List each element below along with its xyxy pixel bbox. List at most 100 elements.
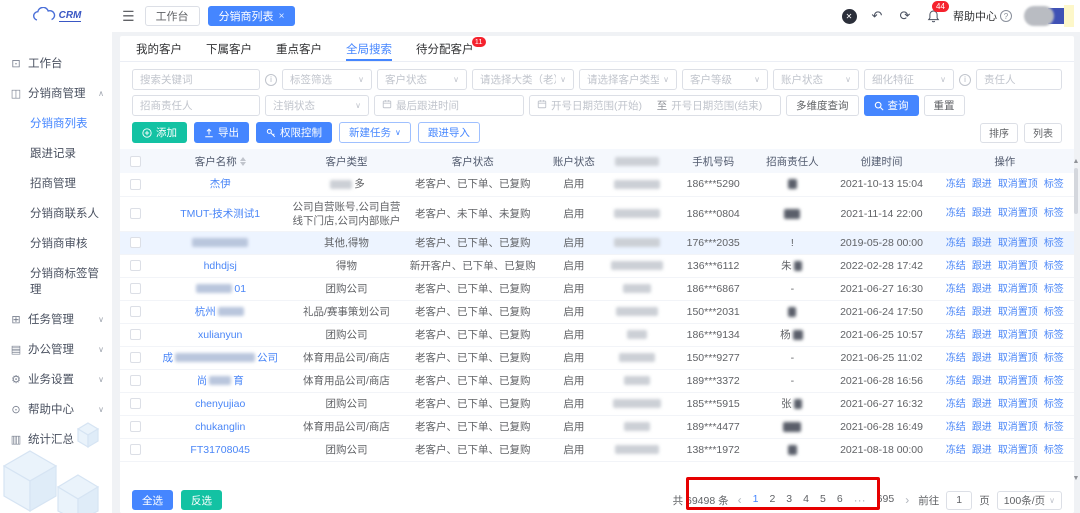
row-checkbox[interactable] — [130, 352, 141, 363]
row-action-link[interactable]: 跟进 — [972, 261, 992, 272]
filter-select[interactable]: 请选择大类（老）∨ — [472, 69, 574, 90]
action-button-blue[interactable]: 导出 — [194, 122, 249, 143]
sidebar-subitem[interactable]: 跟进记录 — [0, 138, 112, 168]
filter-select[interactable]: 请选择客户类型∨ — [579, 69, 677, 90]
row-action-link[interactable]: 冻结 — [946, 399, 966, 410]
filter-date[interactable]: 开号日期范围(开始)至开号日期范围(结束) — [529, 95, 781, 116]
row-action-link[interactable]: 取消置顶 — [998, 261, 1038, 272]
multi-dim-query-button[interactable]: 多维度查询 — [786, 95, 859, 116]
scrollbar-thumb[interactable] — [1074, 168, 1078, 214]
info-icon[interactable]: i — [959, 74, 971, 86]
cell-text-link[interactable]: TMUT-技术测试1 — [180, 208, 260, 220]
tab-item[interactable]: 我的客户 — [136, 36, 182, 61]
filter-select[interactable]: 细化特征∨ — [864, 69, 954, 90]
close-tab-icon[interactable]: × — [279, 11, 285, 22]
sidebar-subitem[interactable]: 招商管理 — [0, 168, 112, 198]
row-checkbox[interactable] — [130, 179, 141, 190]
jump-page-input[interactable]: 1 — [946, 491, 972, 510]
hamburger-menu-icon[interactable]: ☰ — [112, 8, 145, 25]
view-button[interactable]: 排序 — [980, 123, 1018, 143]
row-action-link[interactable]: 冻结 — [946, 376, 966, 387]
row-action-link[interactable]: 标签 — [1044, 330, 1064, 341]
header-checkbox[interactable] — [130, 156, 141, 167]
row-action-link[interactable]: 标签 — [1044, 208, 1064, 219]
row-action-link[interactable]: 标签 — [1044, 376, 1064, 387]
scroll-down-icon[interactable]: ▼ — [1073, 475, 1080, 483]
cell-text-link[interactable]: 公司 — [257, 352, 278, 364]
row-action-link[interactable]: 标签 — [1044, 284, 1064, 295]
invert-selection-button[interactable]: 反选 — [181, 490, 222, 510]
select-all-button[interactable]: 全选 — [132, 490, 173, 510]
row-action-link[interactable]: 取消置顶 — [998, 445, 1038, 456]
cell-text-link[interactable]: chukanglin — [195, 421, 245, 433]
row-action-link[interactable]: 冻结 — [946, 307, 966, 318]
row-action-link[interactable]: 标签 — [1044, 307, 1064, 318]
row-action-link[interactable]: 冻结 — [946, 445, 966, 456]
cell-text-link[interactable]: xulianyun — [198, 329, 242, 341]
sidebar-item[interactable]: ⊡工作台 — [0, 48, 112, 78]
row-action-link[interactable]: 冻结 — [946, 284, 966, 295]
row-checkbox[interactable] — [130, 260, 141, 271]
row-action-link[interactable]: 跟进 — [972, 179, 992, 190]
row-action-link[interactable]: 取消置顶 — [998, 208, 1038, 219]
row-action-link[interactable]: 取消置顶 — [998, 284, 1038, 295]
sidebar-subitem[interactable]: 分销商标签管理 — [0, 258, 112, 304]
row-action-link[interactable]: 取消置顶 — [998, 179, 1038, 190]
filter-select[interactable]: 客户状态∨ — [377, 69, 467, 90]
row-action-link[interactable]: 冻结 — [946, 208, 966, 219]
notification-bell-icon[interactable]: 44 — [925, 8, 941, 24]
action-button-outline[interactable]: 跟进导入 — [418, 122, 480, 143]
filter-select[interactable]: 账户状态∨ — [773, 69, 859, 90]
row-checkbox[interactable] — [130, 237, 141, 248]
row-action-link[interactable]: 冻结 — [946, 353, 966, 364]
page-number[interactable]: 3 — [784, 493, 794, 507]
page-number[interactable]: 6 — [835, 493, 845, 507]
window-tab[interactable]: 分销商列表× — [208, 6, 296, 26]
cell-text-link[interactable]: 01 — [234, 283, 246, 295]
row-action-link[interactable]: 冻结 — [946, 330, 966, 341]
row-checkbox[interactable] — [130, 329, 141, 340]
sidebar-subitem[interactable]: 分销商联系人 — [0, 198, 112, 228]
sidebar-item[interactable]: ⊙帮助中心∨ — [0, 394, 112, 424]
cell-text-link[interactable]: FT31708045 — [190, 444, 250, 456]
tab-item[interactable]: 重点客户 — [276, 36, 322, 61]
row-action-link[interactable]: 冻结 — [946, 179, 966, 190]
avatar[interactable] — [1024, 5, 1074, 27]
sidebar-item[interactable]: ⚙业务设置∨ — [0, 364, 112, 394]
sidebar-item[interactable]: ▤办公管理∨ — [0, 334, 112, 364]
row-checkbox[interactable] — [130, 208, 141, 219]
cell-text-link[interactable]: 杰伊 — [210, 178, 231, 190]
row-action-link[interactable]: 跟进 — [972, 284, 992, 295]
cell-text-link[interactable]: 成 — [162, 352, 173, 364]
filter-date[interactable]: 最后跟进时间 — [374, 95, 524, 116]
row-action-link[interactable]: 标签 — [1044, 422, 1064, 433]
page-number[interactable]: 2 — [767, 493, 777, 507]
undo-icon[interactable]: ↶ — [869, 8, 885, 24]
row-action-link[interactable]: 取消置顶 — [998, 422, 1038, 433]
action-button-blue[interactable]: 权限控制 — [256, 122, 332, 143]
cell-text-link[interactable]: 尚 — [197, 375, 208, 387]
row-action-link[interactable]: 冻结 — [946, 422, 966, 433]
sidebar-item[interactable]: ◫分销商管理∧ — [0, 78, 112, 108]
filter-select[interactable]: 注销状态∨ — [265, 95, 369, 116]
filter-input[interactable]: 搜索关键词 — [132, 69, 260, 90]
row-action-link[interactable]: 标签 — [1044, 238, 1064, 249]
table-scrollbar[interactable]: ▲ ▼ — [1071, 158, 1080, 483]
prev-page-button[interactable]: ‹ — [736, 493, 744, 507]
row-action-link[interactable]: 取消置顶 — [998, 353, 1038, 364]
sidebar-subitem[interactable]: 分销商列表 — [0, 108, 112, 138]
row-action-link[interactable]: 标签 — [1044, 261, 1064, 272]
tab-item[interactable]: 待分配客户11 — [416, 36, 474, 61]
view-button[interactable]: 列表 — [1024, 123, 1062, 143]
filter-input[interactable]: 招商责任人 — [132, 95, 260, 116]
page-number[interactable]: 1 — [751, 493, 761, 507]
row-checkbox[interactable] — [130, 375, 141, 386]
row-action-link[interactable]: 跟进 — [972, 307, 992, 318]
row-action-link[interactable]: 取消置顶 — [998, 399, 1038, 410]
sidebar-item[interactable]: ▥统计汇总 — [0, 424, 112, 454]
row-action-link[interactable]: 取消置顶 — [998, 376, 1038, 387]
cell-text-link[interactable]: chenyujiao — [195, 398, 245, 410]
row-checkbox[interactable] — [130, 306, 141, 317]
row-action-link[interactable]: 跟进 — [972, 376, 992, 387]
page-number[interactable]: 695 — [875, 493, 897, 507]
